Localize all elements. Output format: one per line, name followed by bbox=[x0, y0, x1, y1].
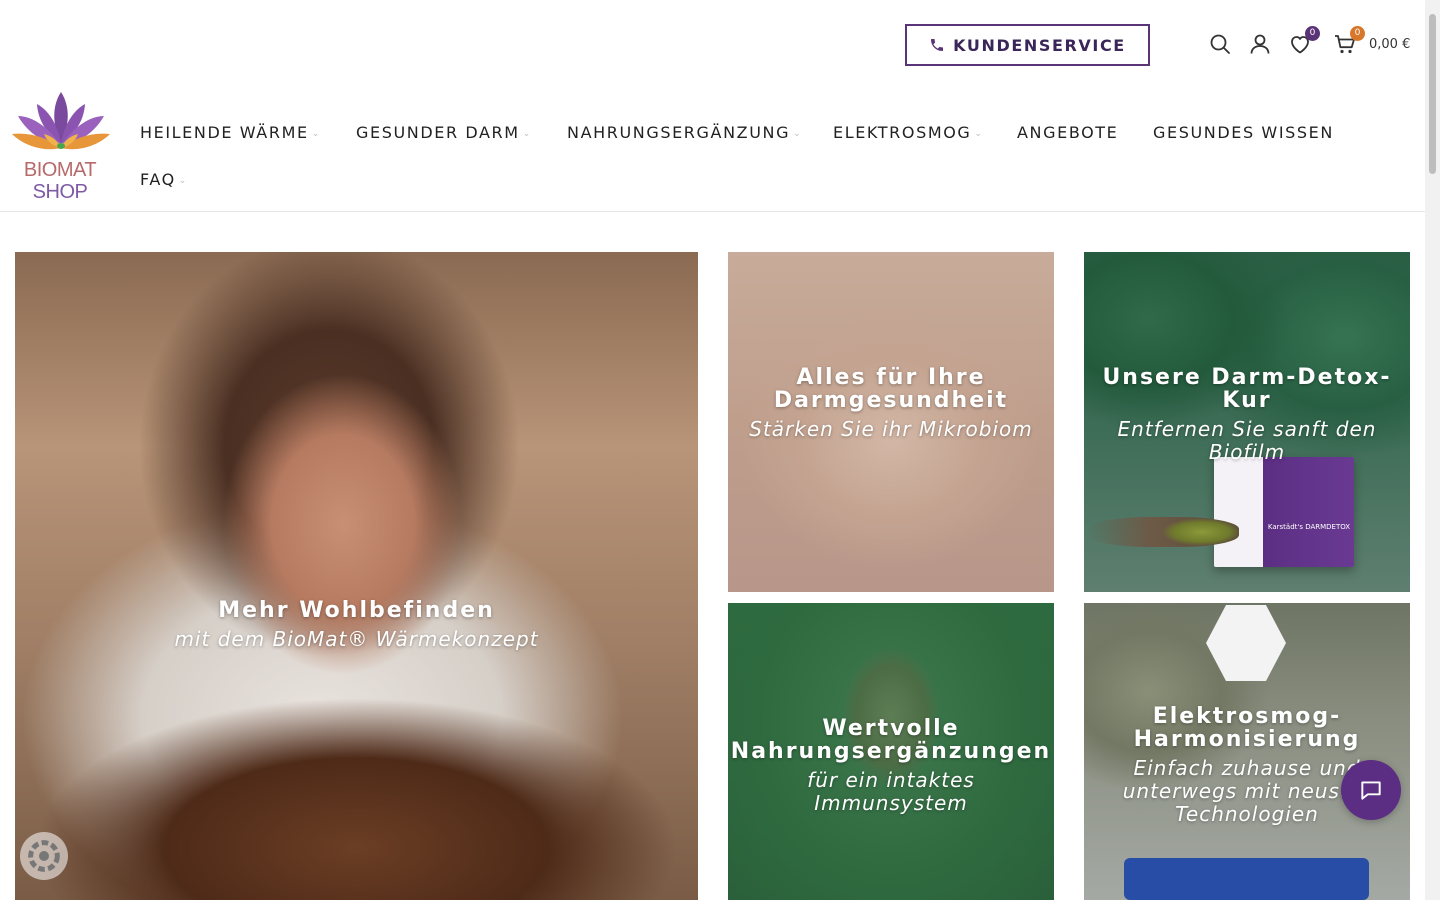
phone-icon bbox=[931, 39, 944, 51]
spoon-with-powder bbox=[1089, 517, 1239, 547]
cookie-settings-icon[interactable] bbox=[20, 832, 68, 880]
wishlist-count-badge: 0 bbox=[1305, 26, 1320, 41]
chevron-down-icon: ⌄ bbox=[793, 128, 803, 139]
tile-title: Alles für Ihre Darmgesundheit bbox=[773, 365, 1009, 413]
tile-subtitle: für ein intaktes Immunsystem bbox=[807, 768, 975, 815]
chevron-down-icon: ⌄ bbox=[178, 175, 188, 186]
tile-darm-detox-kur[interactable]: Karstädt's DARMDETOX Unsere Darm-Detox-K… bbox=[1084, 252, 1410, 592]
user-account-icon[interactable] bbox=[1248, 32, 1272, 56]
tile-elektrosmog-harmonisierung[interactable]: Elektrosmog-Harmonisierung Einfach zuhau… bbox=[1084, 603, 1410, 900]
nav-item-label: NAHRUNGSERGÄNZUNG bbox=[567, 123, 791, 142]
darmdetox-product-box: Karstädt's DARMDETOX bbox=[1214, 457, 1354, 567]
site-header: KUNDENSERVICE 0 0 0,00 € BIOMAT SHOP HEI… bbox=[0, 0, 1425, 212]
nav-item-gesunder-darm[interactable]: GESUNDER DARM ⌄ bbox=[356, 123, 532, 142]
tile-biomat-waermekonzept[interactable]: Mehr Wohlbefinden mit dem BioMat® Wärmek… bbox=[15, 252, 698, 900]
nav-item-gesundes-wissen[interactable]: GESUNDES WISSEN bbox=[1153, 123, 1334, 142]
cart-total[interactable]: 0,00 € bbox=[1369, 37, 1410, 52]
chevron-down-icon: ⌄ bbox=[522, 128, 532, 139]
tile-subtitle: Entfernen Sie sanft den Biofilm bbox=[1117, 417, 1377, 464]
nav-item-label: HEILENDE WÄRME bbox=[140, 123, 309, 142]
wishlist-heart-icon[interactable]: 0 bbox=[1288, 26, 1320, 56]
tile-nahrungsergaenzungen[interactable]: Wertvolle Nahrungsergänzungen für ein in… bbox=[728, 603, 1054, 900]
nav-item-label: FAQ bbox=[140, 170, 176, 189]
nav-item-heilende-waerme[interactable]: HEILENDE WÄRME ⌄ bbox=[140, 123, 321, 142]
tile-title: Mehr Wohlbefinden bbox=[218, 598, 495, 623]
search-icon[interactable] bbox=[1208, 32, 1232, 56]
nav-item-elektrosmog[interactable]: ELEKTROSMOG ⌄ bbox=[833, 123, 984, 142]
tile-title: Unsere Darm-Detox-Kur bbox=[1102, 365, 1392, 413]
logo-text-line1: BIOMAT bbox=[23, 159, 97, 181]
nav-item-faq[interactable]: FAQ ⌄ bbox=[140, 170, 188, 189]
chat-bubble-icon[interactable] bbox=[1341, 760, 1401, 820]
tile-subtitle: mit dem BioMat® Wärmekonzept bbox=[174, 627, 539, 651]
tile-title: Wertvolle Nahrungsergänzungen bbox=[730, 716, 1052, 764]
chevron-down-icon: ⌄ bbox=[311, 128, 321, 139]
cart-icon[interactable]: 0 bbox=[1333, 26, 1365, 56]
nav-item-label: GESUNDES WISSEN bbox=[1153, 123, 1334, 142]
nav-item-label: ANGEBOTE bbox=[1017, 123, 1119, 142]
scrollbar-thumb[interactable] bbox=[1429, 14, 1436, 174]
tile-darmgesundheit[interactable]: Alles für Ihre Darmgesundheit Stärken Si… bbox=[728, 252, 1054, 592]
biomat-shop-logo[interactable]: BIOMAT SHOP bbox=[8, 88, 114, 206]
lotus-logo-icon bbox=[12, 92, 110, 150]
tile-subtitle: Stärken Sie ihr Mikrobiom bbox=[749, 417, 1033, 441]
customer-service-button[interactable]: KUNDENSERVICE bbox=[905, 24, 1150, 66]
chevron-down-icon: ⌄ bbox=[974, 128, 984, 139]
woman-on-biomat-image bbox=[15, 252, 698, 900]
nav-item-nahrungsergaenzung[interactable]: NAHRUNGSERGÄNZUNG ⌄ bbox=[567, 123, 802, 142]
page-scrollbar[interactable] bbox=[1425, 0, 1440, 900]
product-label: Karstädt's DARMDETOX bbox=[1267, 523, 1351, 531]
customer-service-label: KUNDENSERVICE bbox=[953, 35, 1126, 55]
cart-count-badge: 0 bbox=[1350, 26, 1365, 41]
nav-item-label: ELEKTROSMOG bbox=[833, 123, 972, 142]
logo-text-line2: SHOP bbox=[32, 181, 88, 203]
nav-item-label: GESUNDER DARM bbox=[356, 123, 520, 142]
wristband-device bbox=[1124, 858, 1369, 900]
tile-title: Elektrosmog-Harmonisierung bbox=[1133, 704, 1361, 752]
nav-item-angebote[interactable]: ANGEBOTE bbox=[1017, 123, 1118, 142]
